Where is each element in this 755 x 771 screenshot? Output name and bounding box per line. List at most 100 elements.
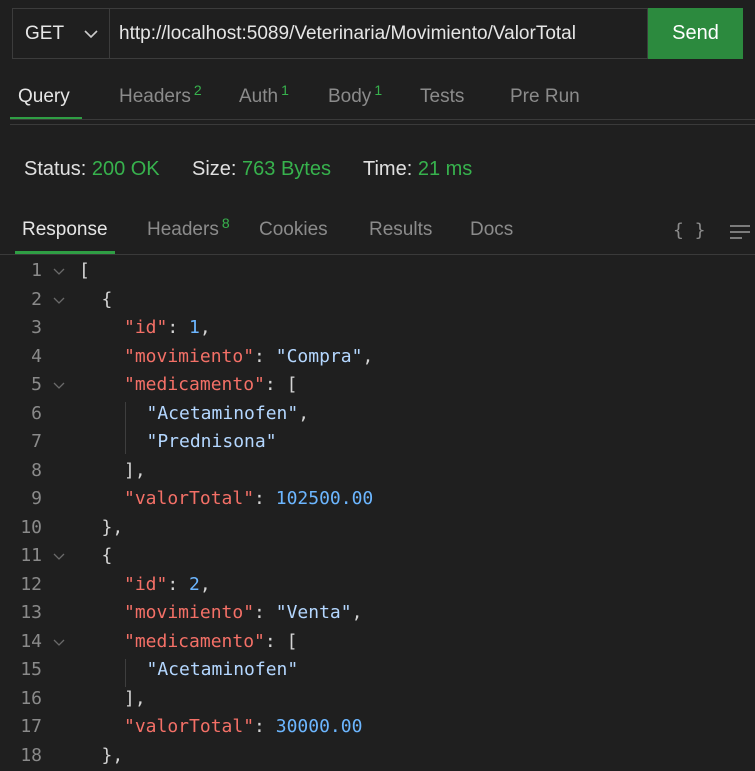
json-punctuation: : [ <box>264 374 298 395</box>
format-button[interactable]: { } <box>673 220 706 241</box>
code-line: 12 "id": 2, <box>0 571 755 600</box>
tab-badge: 1 <box>374 82 383 98</box>
size-label: Size: <box>192 158 237 180</box>
tab-response[interactable]: Response <box>22 219 108 241</box>
code-line: 18}, <box>0 742 755 771</box>
line-number: 9 <box>31 488 42 509</box>
tab-tests[interactable]: Tests <box>420 86 464 108</box>
tab-label: Cookies <box>259 219 328 240</box>
line-number: 7 <box>31 431 42 452</box>
json-punctuation: , <box>298 402 310 424</box>
tab-label: Auth <box>239 86 279 107</box>
tab-label: Tests <box>420 86 465 107</box>
json-key: "movimiento" <box>124 345 255 367</box>
code-text: "Acetaminofen", <box>147 400 310 429</box>
json-string: "Acetaminofen" <box>146 402 299 424</box>
code-line: 6 "Acetaminofen", <box>0 400 755 429</box>
code-line: 8], <box>0 457 755 486</box>
code-text: "id": 1, <box>124 314 211 343</box>
send-button[interactable]: Send <box>648 8 743 59</box>
chevron-down-icon <box>84 30 98 39</box>
line-number: 6 <box>31 402 42 424</box>
fold-chevron-icon[interactable] <box>52 638 66 648</box>
json-key: "medicamento" <box>124 374 265 395</box>
line-number: 12 <box>20 573 42 595</box>
status-value: 200 OK <box>91 158 160 180</box>
code-text: "valorTotal": 30000.00 <box>124 713 362 742</box>
time-label: Time: <box>363 158 413 180</box>
line-number: 3 <box>31 317 42 338</box>
code-text: ], <box>124 685 146 714</box>
status-label: Status: <box>24 158 87 180</box>
tab-auth[interactable]: Auth 1 <box>239 82 289 108</box>
method-select[interactable]: GET <box>12 8 109 59</box>
json-punctuation: , <box>362 345 374 367</box>
json-number: 30000.00 <box>275 716 363 737</box>
code-text: { <box>102 542 113 571</box>
fold-chevron-icon[interactable] <box>52 552 66 562</box>
json-string: "Compra" <box>275 345 363 367</box>
tab-label: Docs <box>470 219 514 240</box>
code-line: 14 "medicamento": [ <box>0 628 755 657</box>
tab-body[interactable]: Body 1 <box>328 82 382 108</box>
json-number: 102500.00 <box>275 488 374 509</box>
tab-label: Headers <box>119 86 191 107</box>
json-punctuation: , <box>351 602 363 623</box>
code-line: 4 "movimiento": "Compra", <box>0 343 755 372</box>
tab-label: Headers <box>147 219 219 240</box>
code-text: }, <box>102 742 124 771</box>
json-punctuation: : <box>254 602 276 623</box>
code-text: "Prednisona" <box>147 428 277 457</box>
code-text: "medicamento": [ <box>124 628 297 657</box>
method-label: GET <box>25 22 65 44</box>
line-number: 10 <box>20 516 42 538</box>
tab-cookies[interactable]: Cookies <box>259 219 328 241</box>
line-number: 16 <box>20 687 42 709</box>
fold-chevron-icon[interactable] <box>52 296 66 306</box>
json-punctuation: : <box>167 317 190 338</box>
code-text: }, <box>102 514 124 543</box>
code-line: 17 "valorTotal": 30000.00 <box>0 713 755 742</box>
code-line: 1[ <box>0 257 755 286</box>
json-string: "Venta" <box>275 602 352 623</box>
json-punctuation: : [ <box>264 630 298 652</box>
tab-docs[interactable]: Docs <box>470 219 513 241</box>
hamburger-menu-icon[interactable] <box>729 223 751 241</box>
json-number: 2 <box>189 573 200 595</box>
code-line: 15 "Acetaminofen" <box>0 656 755 685</box>
json-punctuation: { <box>101 288 113 310</box>
json-punctuation: : <box>254 345 276 367</box>
fold-chevron-icon[interactable] <box>52 381 66 391</box>
code-text: "movimiento": "Compra", <box>124 343 373 372</box>
json-punctuation: [ <box>79 260 90 281</box>
code-line: 5 "medicamento": [ <box>0 371 755 400</box>
response-body: 1[2{3 "id": 1, 4 "movimiento": "Compra", 5 "m… <box>0 257 755 770</box>
tab-badge: 1 <box>281 82 289 98</box>
code-text: ], <box>124 457 146 486</box>
json-punctuation: , <box>199 573 211 595</box>
tab-response-headers[interactable]: Headers 8 <box>147 215 230 241</box>
line-number: 2 <box>31 288 42 310</box>
code-line: 11 { <box>0 542 755 571</box>
line-number: 13 <box>20 602 42 623</box>
line-number: 8 <box>31 459 42 481</box>
tab-pre-run[interactable]: Pre Run <box>510 86 580 108</box>
line-number: 15 <box>20 659 42 680</box>
tab-label: Body <box>328 86 372 107</box>
code-text: "Acetaminofen" <box>147 656 299 685</box>
tab-query[interactable]: Query <box>18 86 70 108</box>
json-punctuation: , <box>199 317 211 338</box>
json-key: "id" <box>124 573 168 595</box>
code-line: 7 "Prednisona" <box>0 428 755 457</box>
fold-chevron-icon[interactable] <box>52 267 66 277</box>
code-line: 16], <box>0 685 755 714</box>
tab-results[interactable]: Results <box>369 219 432 241</box>
json-key: "valorTotal" <box>124 716 255 737</box>
json-punctuation: ], <box>124 459 146 481</box>
tab-headers[interactable]: Headers 2 <box>119 82 202 108</box>
request-tabs: Query Headers 2 Auth 1 Body 1 Tests Pre Run <box>0 80 755 120</box>
code-text: { <box>102 286 113 315</box>
url-input[interactable]: http://localhost:5089/Veterinaria/Movimi… <box>109 8 648 59</box>
code-line: 3 "id": 1, <box>0 314 755 343</box>
code-text: "id": 2, <box>124 571 211 600</box>
